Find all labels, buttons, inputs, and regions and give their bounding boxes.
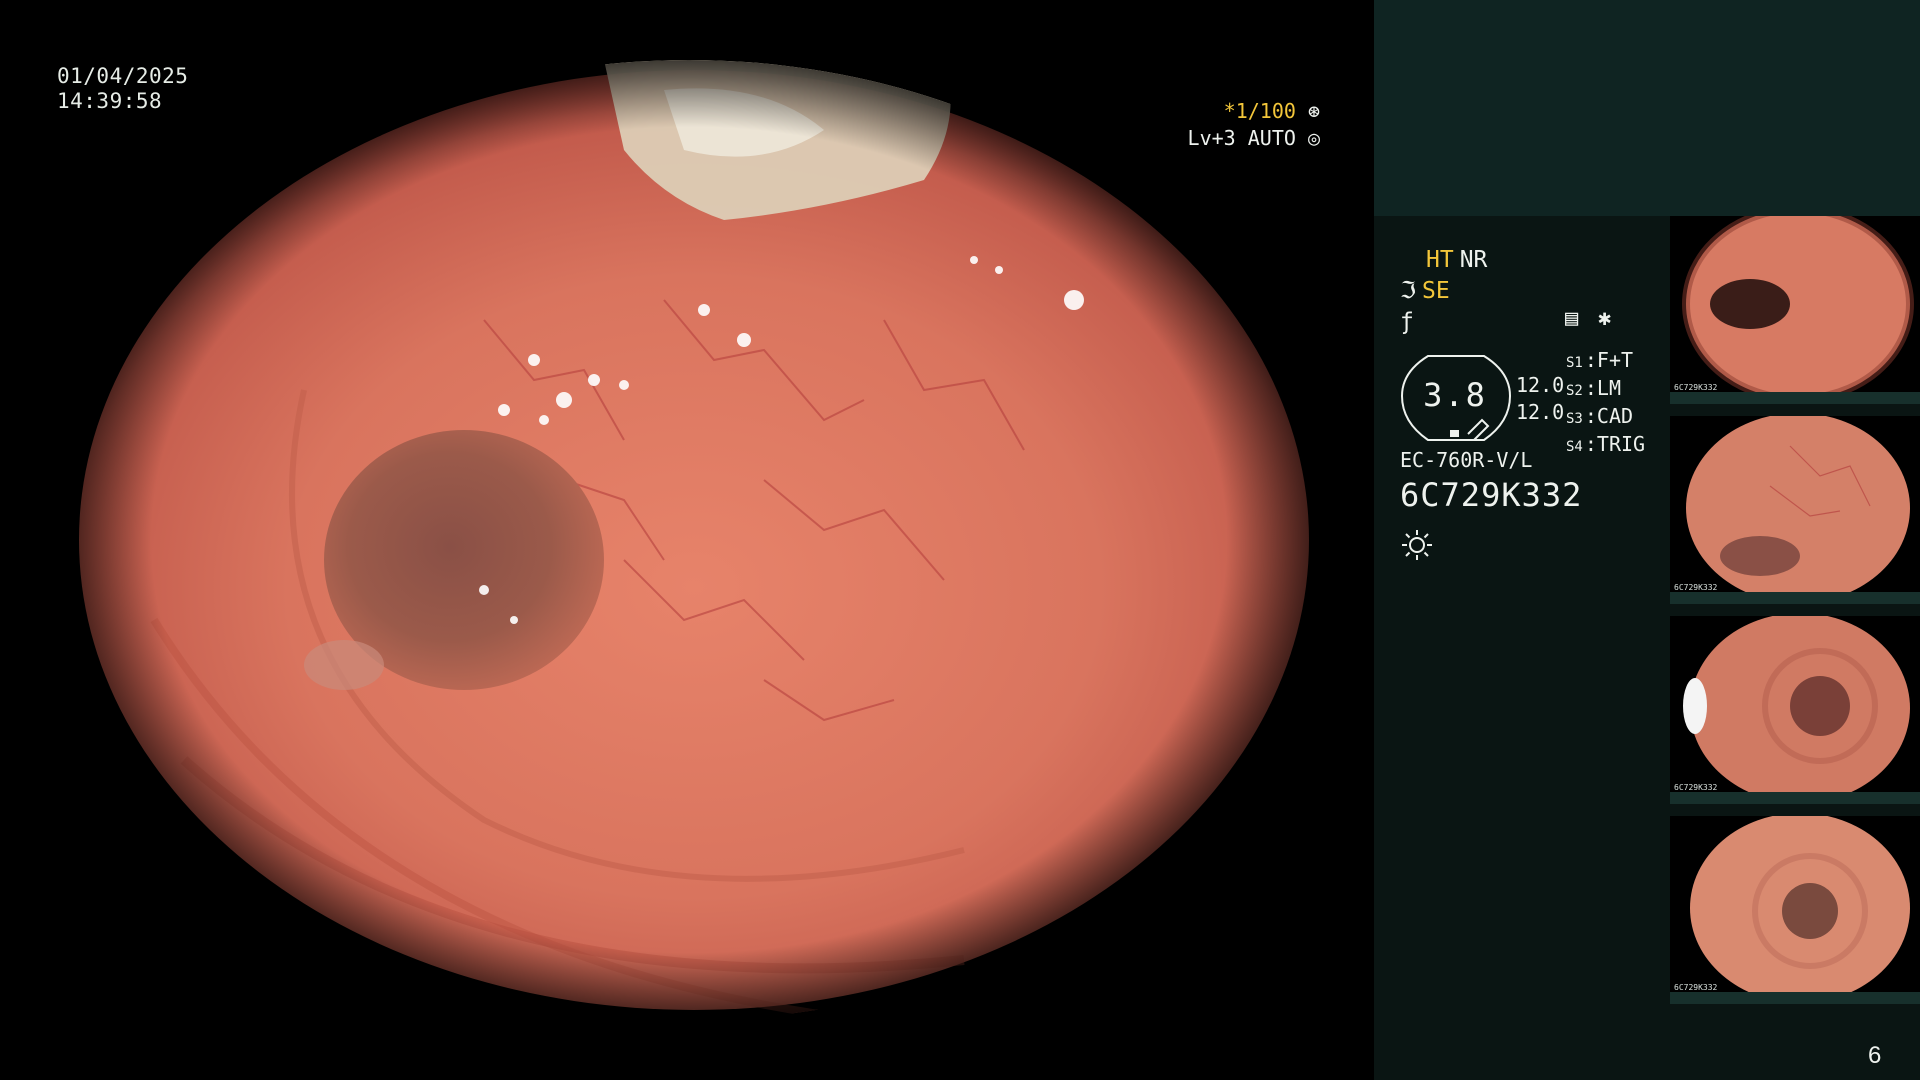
auto-icon: ◎	[1307, 126, 1320, 150]
mode-s3: S3:CAD	[1566, 404, 1634, 428]
ht-indicator: HT	[1426, 246, 1454, 273]
endoscopic-image	[64, 60, 1314, 1020]
thumbnail-1-serial: 6C729K332	[1674, 383, 1718, 392]
mode-s4: S4:TRIG	[1566, 432, 1646, 456]
thumbnail-2[interactable]: 6C729K332	[1670, 416, 1920, 604]
pressure-readout: 12.0 12.0	[1516, 372, 1564, 426]
mode-s2: S2:LM	[1566, 376, 1621, 400]
thumbnail-footer	[1670, 592, 1920, 604]
mode-s1: S1:F+T	[1566, 348, 1634, 372]
gauge-value: 3.8	[1423, 376, 1487, 414]
date-time-readout: 01/04/2025 14:39:58	[57, 64, 188, 114]
top-info-panel	[1374, 0, 1920, 216]
thumbnail-4-serial: 6C729K332	[1674, 983, 1718, 992]
exposure-readout: *1/100 ⊛ Lv+3 AUTO ◎	[1050, 98, 1320, 152]
se-indicator: SE	[1422, 277, 1450, 304]
date-text: 01/04/2025	[57, 64, 189, 88]
scope-serial: 6C729K332	[1400, 476, 1583, 514]
shutter-icon: ⊛	[1307, 99, 1320, 123]
switch-modes: S1:F+T S2:LM S3:CAD S4:TRIG	[1566, 348, 1645, 460]
thumbnail-2-serial: 6C729K332	[1674, 583, 1718, 592]
freeze-icon: ƒ	[1400, 308, 1414, 335]
nr-indicator: NR	[1459, 246, 1488, 273]
scope-model: EC-760R-V/L	[1400, 448, 1533, 472]
thumbnail-3-serial: 6C729K332	[1674, 783, 1718, 792]
processing-status: HT NR ℑ SE ƒ	[1400, 244, 1487, 337]
enhancement-icon: ℑ	[1400, 277, 1417, 304]
pressure-top: 12.0	[1516, 373, 1565, 397]
light-source-icon	[1400, 528, 1434, 562]
thumbnail-1[interactable]: 6C729K332	[1670, 216, 1920, 404]
time-text: 14:39:58	[57, 89, 163, 113]
light-level: Lv+3 AUTO	[1187, 126, 1296, 150]
record-icon: ▤	[1565, 306, 1579, 331]
thumbnail-4[interactable]: 6C729K332	[1670, 816, 1920, 1004]
captured-thumbnails: 6C729K332 6C729K332 6C729K332 6C729K332	[1670, 216, 1920, 1016]
pressure-bottom: 12.0	[1516, 400, 1565, 424]
shutter-speed: *1/100	[1223, 99, 1296, 123]
main-endoscopy-view: 01/04/2025 14:39:58 *1/100 ⊛ Lv+3 AUTO ◎	[0, 0, 1374, 1080]
thumbnail-footer	[1670, 392, 1920, 404]
thumbnail-footer	[1670, 792, 1920, 804]
asterisk-icon: ✱	[1598, 306, 1612, 331]
page-number: 6	[1868, 1042, 1882, 1069]
thumbnail-footer	[1670, 992, 1920, 1004]
thumbnail-3[interactable]: 6C729K332	[1670, 616, 1920, 804]
